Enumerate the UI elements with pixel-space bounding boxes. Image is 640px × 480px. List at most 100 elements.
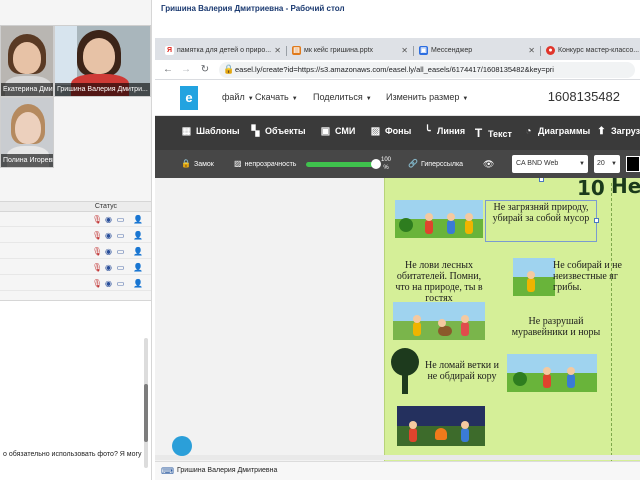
participant-row[interactable]: 🎙 ◉ ▭ 👤	[0, 228, 151, 243]
opacity-label: непрозрачность	[244, 161, 297, 168]
toolbar-label: СМИ	[335, 126, 356, 136]
browser-tab-2[interactable]: ▤ мк кейс гришина.pptx ✕	[288, 41, 412, 60]
poster[interactable]: 10 Не Не загрязняй природу, убирай за со…	[384, 178, 640, 461]
help-button[interactable]	[172, 436, 192, 456]
mic-off-icon[interactable]: 🎙	[92, 247, 102, 256]
rule-illustration-2[interactable]	[393, 302, 485, 340]
chrome-icon: ●	[546, 46, 555, 55]
close-icon[interactable]: ✕	[401, 41, 408, 60]
url-input[interactable]: 🔒 easel.ly/create?id=https://s3.amazonaw…	[219, 62, 635, 78]
font-size-select[interactable]: 20 ▼	[594, 155, 620, 173]
browser-tab-3[interactable]: ▣ Мессенджер ✕	[415, 41, 539, 60]
rule-text-1[interactable]: Не загрязняй природу, убирай за собой му…	[486, 202, 596, 224]
resize-handle[interactable]	[539, 178, 544, 182]
toolbar-charts[interactable]: ◔ Диаграммы	[523, 126, 590, 137]
easelly-logo[interactable]: e	[180, 86, 198, 110]
screen-icon[interactable]: ▭	[116, 231, 125, 240]
canvas-scrollbar[interactable]	[155, 455, 640, 460]
font-family-select[interactable]: CA BND Web ▼	[512, 155, 588, 173]
participant-row[interactable]: 🎙 ◉ ▭ 👤	[0, 212, 151, 227]
participant-row[interactable]: 🎙 ◉ ▭ 👤	[0, 276, 151, 291]
webcam-icon[interactable]: ◉	[104, 231, 113, 240]
rule-text-2[interactable]: Не лови лесных обитателей. Помни, что на…	[391, 260, 487, 304]
toolbar-label: Загруз	[611, 126, 640, 136]
user-icon[interactable]: 👤	[133, 231, 143, 240]
tab-label: памятка для детей о приро...	[177, 47, 272, 54]
screen-icon[interactable]: ▭	[116, 279, 125, 288]
close-icon[interactable]: ✕	[274, 41, 281, 60]
browser-tab-4[interactable]: ● Конкурс мастер-классо...	[542, 41, 640, 60]
caret-down-icon: ▼	[365, 96, 372, 102]
remote-desktop-window: Гришина Валерия Дмитриевна - Рабочий сто…	[155, 0, 640, 480]
user-icon[interactable]: 👤	[133, 279, 143, 288]
messenger-icon: ▣	[419, 46, 428, 55]
rule-illustration-4[interactable]	[507, 354, 597, 392]
mic-off-icon[interactable]: 🎙	[92, 279, 102, 288]
video-tile-3[interactable]: Полина Игоревна	[0, 97, 54, 168]
toolbar-objects[interactable]: ▚ Объекты	[250, 126, 306, 137]
easel-toolbar: ▦ Шаблоны ▚ Объекты ▣ СМИ ▨ Фоны ╰ Линия T Тек…	[155, 116, 640, 150]
browser-addressbar: ← → ↻ 🔒 easel.ly/create?id=https://s3.am…	[155, 60, 640, 80]
screen-icon[interactable]: ▭	[116, 215, 125, 224]
user-icon[interactable]: 👤	[133, 215, 143, 224]
toolbar-media[interactable]: ▣ СМИ	[320, 126, 356, 137]
participant-row[interactable]: 🎙 ◉ ▭ 👤	[0, 244, 151, 259]
rule-illustration-1[interactable]	[395, 200, 483, 238]
toolbar-text[interactable]: T Текст	[473, 126, 512, 140]
menu-share[interactable]: Поделиться ▼	[313, 92, 372, 102]
screen-icon[interactable]: ▭	[116, 247, 125, 256]
webcam-icon[interactable]: ◉	[104, 247, 113, 256]
webcam-icon[interactable]: ◉	[104, 263, 113, 272]
hyperlink-button[interactable]: 🔗 Гиперссылка	[408, 159, 463, 168]
toolbar-upload[interactable]: ⬆ Загруз	[596, 126, 640, 137]
reload-icon[interactable]: ↻	[198, 63, 212, 77]
webcam-icon[interactable]: ◉	[104, 279, 113, 288]
user-icon[interactable]: 👤	[133, 247, 143, 256]
lock-icon[interactable]: 🔒	[223, 64, 234, 75]
menu-file[interactable]: файл ▼	[222, 92, 254, 102]
eye-icon[interactable]: 👁	[483, 159, 494, 170]
document-id: 1608135482	[547, 89, 620, 104]
mic-off-icon[interactable]: 🎙	[92, 263, 102, 272]
video-tile-caption: Екатерина Дми...	[1, 83, 53, 96]
user-icon[interactable]: 👤	[133, 263, 143, 272]
caret-down-icon: ▼	[579, 161, 585, 167]
rule-illustration-5[interactable]	[513, 258, 555, 296]
toolbar-label: Текст	[488, 129, 512, 139]
tree-icon[interactable]	[385, 348, 423, 398]
video-tile-1[interactable]: Екатерина Дми...	[0, 25, 54, 97]
poster-title-text[interactable]: Не	[611, 178, 640, 198]
window-title: Гришина Валерия Дмитриевна - Рабочий сто…	[161, 4, 345, 13]
menu-resize[interactable]: Изменить размер ▼	[386, 92, 468, 102]
back-arrow-icon[interactable]: ←	[161, 63, 175, 77]
forward-arrow-icon[interactable]: →	[179, 63, 193, 77]
design-canvas[interactable]: 10 Не Не загрязняй природу, убирай за со…	[155, 178, 640, 461]
templates-icon: ▦	[181, 126, 192, 137]
webcam-icon[interactable]: ◉	[104, 215, 113, 224]
toolbar-templates[interactable]: ▦ Шаблоны	[181, 126, 240, 137]
rule-text-4[interactable]: Не ломай ветки и не обдирай кору	[423, 360, 501, 382]
menu-label: Скачать	[255, 92, 289, 102]
mic-off-icon[interactable]: 🎙	[92, 231, 102, 240]
browser-tab-1[interactable]: Я памятка для детей о приро... ✕	[161, 41, 285, 60]
caret-down-icon: ▼	[247, 96, 254, 102]
mic-off-icon[interactable]: 🎙	[92, 215, 102, 224]
close-icon[interactable]: ✕	[528, 41, 535, 60]
toolbar-backgrounds[interactable]: ▨ Фоны	[370, 126, 412, 137]
participants-header: Статус	[0, 201, 151, 212]
menu-download[interactable]: Скачать ▼	[255, 92, 298, 102]
lock-button[interactable]: 🔒 Замок	[181, 159, 214, 168]
video-tile-2[interactable]: Гришина Валерия Дмитри...	[54, 25, 151, 97]
participant-row[interactable]: 🎙 ◉ ▭ 👤	[0, 260, 151, 275]
opacity-slider[interactable]	[306, 162, 376, 167]
toolbar-line[interactable]: ╰ Линия	[422, 126, 465, 137]
rule-illustration-6[interactable]	[397, 406, 485, 446]
rule-text-5[interactable]: Не собирай и не неизвестные яг грибы.	[553, 260, 640, 293]
font-family-value: CA BND Web	[516, 160, 559, 167]
rule-text-3[interactable]: Не разрушай муравейники и норы	[501, 316, 611, 338]
remote-session-icon[interactable]: ⌨	[161, 466, 174, 477]
chat-scrollbar-thumb[interactable]	[144, 384, 148, 442]
text-color-swatch[interactable]	[626, 156, 640, 172]
poster-title-number[interactable]: 10	[577, 178, 605, 200]
screen-icon[interactable]: ▭	[116, 263, 125, 272]
